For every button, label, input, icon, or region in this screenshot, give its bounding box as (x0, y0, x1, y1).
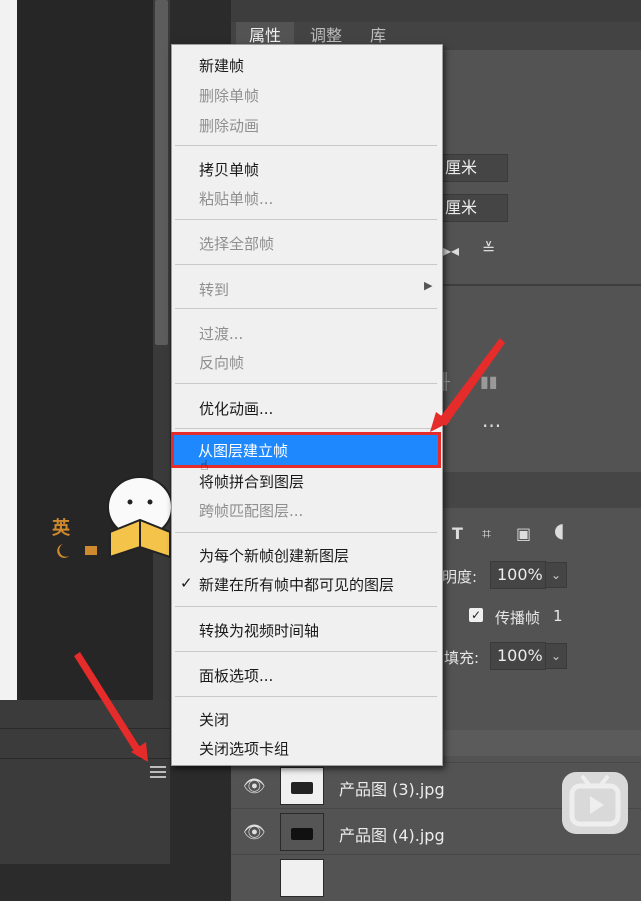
canvas-white-edge (0, 0, 17, 700)
layer-thumbnail (280, 813, 324, 851)
mouse-cursor-icon: ☝ (200, 458, 209, 474)
smart-object-filter-icon[interactable]: ▣ (516, 524, 531, 543)
menu-item-copy-frame[interactable]: 拷贝单帧 (199, 159, 259, 180)
panel-menu-icon[interactable] (150, 766, 166, 780)
width-unit-field[interactable]: 厘米 (438, 154, 508, 182)
layer-row[interactable] (231, 854, 641, 901)
canvas-area (17, 0, 153, 700)
menu-separator (175, 696, 437, 697)
menu-item-panel-options[interactable]: 面板选项... (199, 665, 273, 686)
timeline-panel (0, 700, 170, 864)
menu-item-goto[interactable]: 转到 (199, 279, 229, 300)
layer-thumbnail (280, 859, 324, 897)
decoration-icons (57, 544, 97, 558)
propagate-checkbox[interactable]: ✓ (469, 608, 483, 622)
menu-item-new-frame[interactable]: 新建帧 (199, 55, 244, 76)
menu-item-new-layers-visible[interactable]: 新建在所有帧中都可见的图层 (199, 574, 394, 595)
menu-item-convert-video-timeline[interactable]: 转换为视频时间轴 (199, 620, 319, 641)
menu-item-optimize-animation[interactable]: 优化动画... (199, 398, 273, 419)
menu-separator (175, 219, 437, 220)
play-logo (562, 772, 628, 834)
opacity-field[interactable]: 100% (490, 561, 546, 589)
menu-item-tween[interactable]: 过渡... (199, 323, 243, 344)
layer-thumbnail (280, 767, 324, 805)
eye-icon[interactable]: 👁 (243, 776, 266, 797)
menu-separator (175, 264, 437, 265)
propagate-label: 传播帧 (495, 609, 541, 627)
menu-item-match-layer[interactable]: 跨帧匹配图层... (199, 500, 303, 521)
menu-separator (175, 606, 437, 607)
menu-separator (175, 532, 437, 533)
fill-dropdown[interactable]: ⌄ (545, 643, 567, 669)
menu-item-paste-frame[interactable]: 粘贴单帧... (199, 188, 273, 209)
type-filter-icon[interactable]: T (452, 524, 463, 543)
flip-vertical-icon[interactable]: ≚ (482, 239, 495, 258)
menu-separator (175, 651, 437, 652)
filter-toggle-icon[interactable]: ◖ (554, 518, 565, 542)
menu-item-close[interactable]: 关闭 (199, 709, 229, 730)
submenu-arrow-icon: ▶ (424, 279, 433, 292)
menu-item-close-tab-group[interactable]: 关闭选项卡组 (199, 738, 289, 759)
shape-filter-icon[interactable]: ⌗ (482, 524, 491, 544)
eye-icon[interactable]: 👁 (243, 822, 266, 843)
distribute-icon[interactable]: ▮▮ (480, 372, 498, 391)
flip-horizontal-icon[interactable]: ▸◂ (443, 241, 459, 260)
layer-name: 产品图 (4).jpg (339, 826, 445, 845)
menu-item-delete-animation[interactable]: 删除动画 (199, 115, 259, 136)
menu-separator (175, 383, 437, 384)
menu-separator (175, 308, 437, 309)
propagate-count: 1 (553, 607, 563, 625)
check-icon: ✓ (180, 574, 193, 592)
menu-item-flatten-frames[interactable]: 将帧拼合到图层 (199, 471, 304, 492)
menu-item-select-all-frames[interactable]: 选择全部帧 (199, 233, 274, 254)
menu-separator (175, 428, 437, 429)
panel-topbar (231, 0, 641, 22)
fill-field[interactable]: 100% (490, 642, 546, 670)
menu-item-reverse-frames[interactable]: 反向帧 (199, 352, 244, 373)
opacity-dropdown[interactable]: ⌄ (545, 562, 567, 588)
more-icon[interactable]: ··· (482, 414, 501, 438)
menu-item-delete-frame[interactable]: 删除单帧 (199, 85, 259, 106)
canvas-scroll-thumb[interactable] (155, 0, 168, 345)
height-unit-field[interactable]: 厘米 (438, 194, 508, 222)
layer-name: 产品图 (3).jpg (339, 780, 445, 799)
fill-label: 填充: (444, 649, 480, 667)
context-menu: 新建帧 删除单帧 删除动画 拷贝单帧 粘贴单帧... 选择全部帧 转到 ▶ 过渡… (171, 44, 443, 766)
menu-item-create-layer-each-frame[interactable]: 为每个新帧创建新图层 (199, 545, 349, 566)
opacity-label: 明度: (442, 568, 478, 586)
menu-separator (175, 145, 437, 146)
highlighted-menu-label: 从图层建立帧 (198, 442, 289, 460)
mascot-text: 英 (52, 518, 70, 539)
